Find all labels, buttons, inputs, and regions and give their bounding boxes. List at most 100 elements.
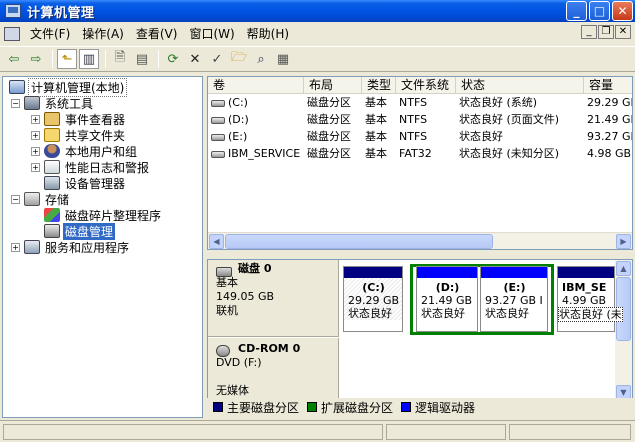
maximize-icon: □ — [593, 4, 606, 18]
column-header-layout[interactable]: 布局 — [304, 77, 362, 94]
tree-item-system-tools[interactable]: − 系统工具 — [11, 95, 95, 111]
table-row[interactable]: (D:) 磁盘分区 基本 NTFS 状态良好 (页面文件) 21.49 GB — [208, 111, 632, 128]
refresh-icon[interactable]: ⟳ — [163, 49, 183, 69]
layout-cell: 磁盘分区 — [307, 96, 351, 109]
type-cell: 基本 — [365, 147, 387, 160]
menu-window[interactable]: 窗口(W) — [183, 24, 240, 44]
services-icon — [24, 240, 40, 254]
expand-toggle[interactable]: + — [31, 130, 40, 140]
scroll-left-icon[interactable]: ◀ — [209, 234, 224, 249]
cdrom0-type: DVD (F:) — [216, 356, 262, 369]
tree-item-label: 磁盘管理 — [63, 222, 116, 240]
tree-item-label: 服务和应用程序 — [45, 240, 130, 255]
partition-c[interactable]: (C:) 29.29 GB 状态良好 — [343, 266, 403, 332]
tree-item-performance-logs[interactable]: + 性能日志和警报 — [31, 159, 151, 175]
horizontal-scrollbar[interactable]: ◀ ▶ — [208, 232, 632, 249]
delete-icon[interactable]: ✕ — [185, 49, 205, 69]
vertical-scrollbar[interactable]: ▲ ▼ — [615, 260, 632, 399]
close-icon: ✕ — [617, 4, 628, 18]
child-minimize-button[interactable]: _ — [581, 25, 597, 39]
layout-cell: 磁盘分区 — [307, 147, 351, 160]
properties-icon[interactable]: 🗎 — [110, 49, 130, 69]
menu-help[interactable]: 帮助(H) — [241, 24, 295, 44]
disk0-info[interactable]: 磁盘 0 基本 149.05 GB 联机 — [208, 260, 339, 337]
back-arrow-icon[interactable]: ⇦ — [4, 49, 24, 69]
scroll-right-icon[interactable]: ▶ — [616, 234, 631, 249]
minimize-icon: _ — [573, 4, 580, 18]
tools-icon — [24, 96, 40, 110]
disk0-name: 磁盘 0 — [238, 262, 272, 275]
type-cell: 基本 — [365, 96, 387, 109]
tree-item-event-viewer[interactable]: + 事件查看器 — [31, 111, 127, 127]
column-header-status[interactable]: 状态 — [456, 77, 584, 94]
tree-item-label: 共享文件夹 — [65, 128, 126, 143]
layout-cell: 磁盘分区 — [307, 130, 351, 143]
show-hide-tree-icon[interactable]: ▥ — [79, 49, 99, 69]
status-cell: 状态良好 (未知分区) — [459, 147, 560, 160]
volume-name: (E:) — [228, 130, 248, 143]
scroll-up-icon[interactable]: ▲ — [616, 261, 631, 276]
child-restore-button[interactable]: ❐ — [598, 25, 614, 39]
partition-ibm-service[interactable]: IBM_SE 4.99 GB 状态良好 (未 — [557, 266, 623, 332]
collapse-toggle[interactable]: − — [11, 98, 20, 108]
open-folder-icon[interactable]: 🗁 — [229, 49, 249, 69]
tree-item-defragmenter[interactable]: 磁盘碎片整理程序 — [44, 207, 163, 223]
scrollbar-thumb[interactable] — [225, 234, 493, 249]
partition-e[interactable]: (E:) 93.27 GB I 状态良好 — [480, 266, 548, 332]
status-cell: 状态良好 (系统) — [459, 96, 538, 109]
tree-item-label: 性能日志和警报 — [65, 160, 150, 175]
partition-d[interactable]: (D:) 21.49 GB 状态良好 — [416, 266, 478, 332]
table-row[interactable]: (E:) 磁盘分区 基本 NTFS 状态良好 93.27 GB — [208, 128, 632, 145]
collapse-toggle[interactable]: − — [11, 194, 20, 204]
partition-legend: 主要磁盘分区 扩展磁盘分区 逻辑驱动器 — [207, 398, 633, 416]
users-icon — [44, 144, 60, 158]
menu-view[interactable]: 查看(V) — [130, 24, 184, 44]
close-button[interactable]: ✕ — [612, 1, 633, 21]
grid-icon[interactable]: ▦ — [273, 49, 293, 69]
child-close-button[interactable]: ✕ — [615, 25, 631, 39]
check-icon[interactable]: ✓ — [207, 49, 227, 69]
tree-item-computer-management[interactable]: 计算机管理(本地) — [9, 77, 128, 97]
computer-icon — [9, 80, 25, 94]
capacity-cell: 4.98 GB — [587, 147, 632, 160]
column-header-volume[interactable]: 卷 — [208, 77, 304, 94]
tree-item-shared-folders[interactable]: + 共享文件夹 — [31, 127, 127, 143]
tree-item-label: 本地用户和组 — [65, 144, 138, 159]
search-icon[interactable]: ⌕ — [251, 49, 271, 69]
forward-arrow-icon[interactable]: ⇨ — [26, 49, 46, 69]
legend-extended-partition: 扩展磁盘分区 — [307, 399, 393, 416]
console-tree[interactable]: 计算机管理(本地) − 系统工具 + 事件查看器 + 共享文件夹 + 本地用户和… — [2, 76, 203, 418]
expand-toggle[interactable]: + — [11, 242, 20, 252]
filesystem-cell: NTFS — [399, 96, 428, 109]
volume-name: (D:) — [228, 113, 249, 126]
expand-toggle[interactable]: + — [31, 146, 40, 156]
column-header-filesystem[interactable]: 文件系统 — [396, 77, 456, 94]
shared-folder-icon — [44, 128, 60, 142]
tree-item-services-apps[interactable]: + 服务和应用程序 — [11, 239, 131, 255]
tree-item-label: 磁盘碎片整理程序 — [65, 208, 162, 223]
help-topic-icon[interactable]: ▤ — [132, 49, 152, 69]
console-icon[interactable] — [4, 26, 20, 41]
up-folder-icon[interactable]: ⬑ — [57, 49, 77, 69]
column-header-type[interactable]: 类型 — [362, 77, 396, 94]
tree-item-local-users[interactable]: + 本地用户和组 — [31, 143, 139, 159]
tree-item-device-manager[interactable]: 设备管理器 — [44, 175, 127, 191]
legend-label: 主要磁盘分区 — [227, 400, 300, 415]
table-row[interactable]: (C:) 磁盘分区 基本 NTFS 状态良好 (系统) 29.29 GB — [208, 94, 632, 111]
expand-toggle[interactable]: + — [31, 162, 40, 172]
expand-toggle[interactable]: + — [31, 114, 40, 124]
table-row[interactable]: IBM_SERVICE 磁盘分区 基本 FAT32 状态良好 (未知分区) 4.… — [208, 145, 632, 162]
tree-item-label: 事件查看器 — [65, 112, 126, 127]
column-header-capacity[interactable]: 容量 — [584, 77, 632, 94]
cdrom0-info[interactable]: CD-ROM 0 DVD (F:) 无媒体 — [208, 338, 339, 399]
menu-action[interactable]: 操作(A) — [76, 24, 130, 44]
title-bar[interactable]: 计算机管理 _ □ ✕ — [0, 0, 635, 22]
tree-item-storage[interactable]: − 存储 — [11, 191, 71, 207]
tree-item-disk-management[interactable]: 磁盘管理 — [44, 222, 116, 240]
maximize-button[interactable]: □ — [589, 1, 610, 21]
disk-management-icon — [44, 224, 60, 238]
storage-icon — [24, 192, 40, 206]
status-segment — [509, 424, 631, 440]
minimize-button[interactable]: _ — [566, 1, 587, 21]
menu-file[interactable]: 文件(F) — [24, 24, 76, 44]
